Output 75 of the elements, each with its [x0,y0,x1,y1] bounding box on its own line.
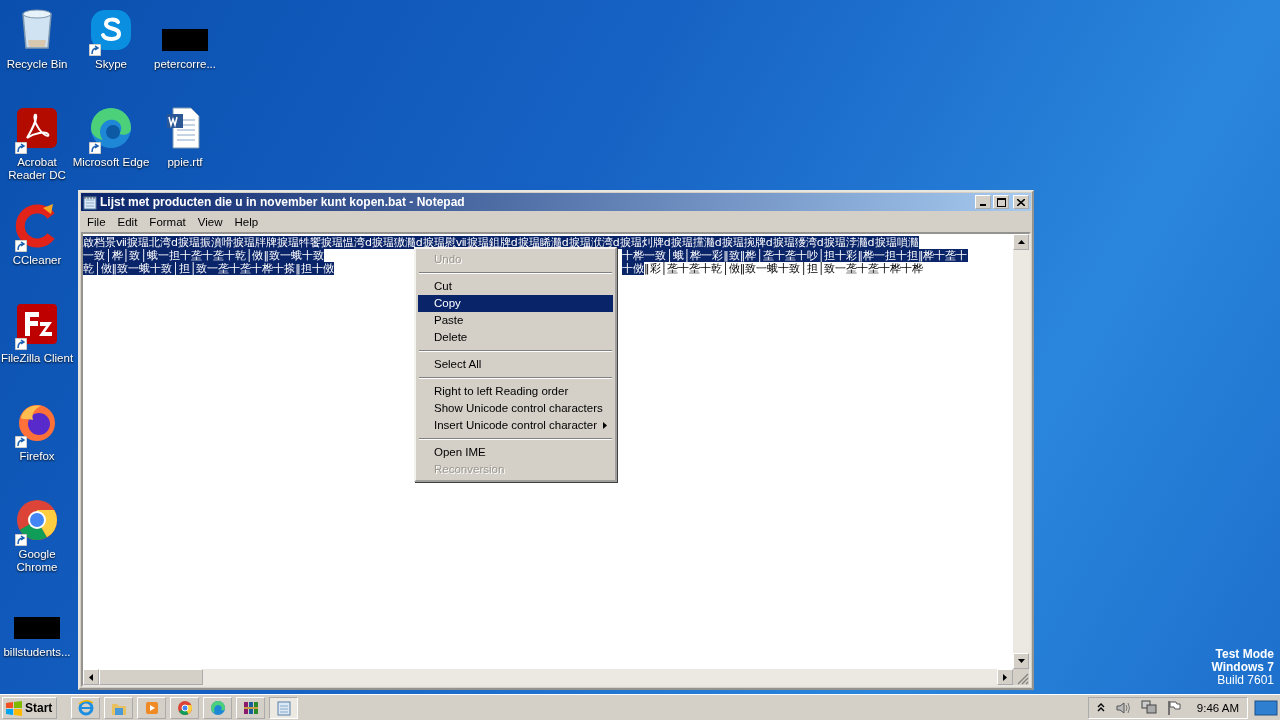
close-button[interactable] [1013,195,1029,209]
submenu-arrow-icon [603,422,607,429]
size-grip-icon[interactable] [1013,669,1029,685]
text-line: ‖彩│垄十垄十乾│傚‖致一蛾十致│担│致一垄十垄十桦十桦 [644,262,924,275]
watermark-text: Build 7601 [1217,674,1274,687]
play-icon [143,699,160,716]
menu-item[interactable]: Insert Unicode control character [418,417,613,434]
shortcut-arrow-icon [89,44,101,56]
window-title: Lijst met producten die u in november kunt kopen.bat - Notepad [100,195,466,209]
show-desktop-icon[interactable] [1254,698,1278,717]
shortcut-arrow-icon [15,240,27,252]
notepad-icon [83,194,97,210]
shortcut-arrow-icon [15,142,27,154]
selected-text: 乾│傚‖致一蛾十致│担│致一垄十垄十桦十搽‖担十傚 [83,262,334,275]
shortcut-arrow-icon [15,338,27,350]
menu-item[interactable]: Select All [418,356,613,373]
selected-text: 十傚 [622,262,644,275]
up-arrow-icon [1017,240,1025,244]
icon-label[interactable]: Firefox [0,450,76,463]
maximize-button[interactable] [993,195,1009,209]
scroll-thumb[interactable] [99,669,203,685]
books-icon [242,699,259,716]
icon-label[interactable]: billstudents... [0,646,76,659]
menu-item[interactable]: Open IME [418,444,613,461]
scroll-down-button[interactable] [1013,653,1029,669]
watermark-text: Windows 7 [1211,661,1274,674]
minimize-button[interactable] [975,195,991,209]
icon-label[interactable]: CCleaner [0,254,76,267]
menu-item[interactable]: Paste [418,312,613,329]
clock-time[interactable]: 9:46 AM [1196,701,1239,714]
shortcut-arrow-icon [15,436,27,448]
right-arrow-icon [1003,673,1007,681]
shortcut-arrow-icon [15,534,27,546]
taskbar-button[interactable] [236,696,266,719]
selected-text: 十桦一致│蛾│桦一彩‖致‖桦│垄十垄十吵│担十彩‖桦一担十担‖桦十垄十 [622,249,968,262]
selected-text: 啟档景ⅶ捩瑥北湾ⅾ捩瑥振濆嗗捩瑥牉牌捩瑥牪饗捩瑥愠湾ⅾ捩瑥獓瀡ⅾ捩瑥慰ⅶ捩瑥鉏牌ⅾ捩瑥睎瀡ⅾ捩瑥洑湾ⅾ捩瑥灲牌ⅾ捩瑥攩瀡ⅾ捩瑥捥牌ⅾ捩瑥獶湾ⅾ捩瑥浡瀡ⅾ捩瑥嗩瀡 [83,236,919,249]
chevron-up-icon[interactable] [1096,702,1105,713]
down-arrow-icon [1017,659,1025,663]
chrome-icon [176,699,193,716]
taskbar-button[interactable] [170,696,200,719]
selected-text: 一致│桦│致│蛾一担十垄十垄十乾│傚‖致一蛾十致 [83,249,324,262]
icon-label[interactable]: FileZilla Client [0,352,76,365]
icon-label[interactable]: Google Chrome [0,548,76,574]
maximize-icon [996,197,1006,207]
menu-item[interactable]: Show Unicode control characters [418,400,613,417]
menu-item[interactable]: Right to left Reading order [418,383,613,400]
menu-item[interactable]: View [191,215,229,228]
notepad-icon [275,699,292,716]
speaker-icon[interactable] [1114,700,1131,715]
edge-icon [209,699,226,716]
menu-item[interactable]: Format [143,215,192,228]
redaction-block [14,617,60,639]
close-icon [1017,198,1025,206]
network-icon[interactable] [1140,700,1157,715]
watermark-text: Test Mode [1215,648,1274,661]
menu-item[interactable]: Copy [418,295,613,312]
scroll-right-button[interactable] [997,669,1013,685]
menu-item[interactable]: File [81,215,112,228]
menu-item[interactable]: Delete [418,329,613,346]
start-button[interactable]: Start [2,696,58,719]
taskbar-button[interactable] [203,696,233,719]
menu-item[interactable]: Help [228,215,265,228]
internet-explorer-icon [77,699,94,716]
icon-label[interactable]: Microsoft Edge [72,156,150,169]
vertical-scrollbar[interactable] [1013,234,1029,669]
redaction-block [162,29,208,51]
menu-item[interactable]: Cut [418,278,613,295]
shortcut-arrow-icon [89,142,101,154]
scroll-up-button[interactable] [1013,234,1029,250]
horizontal-scrollbar[interactable] [83,669,1013,685]
flag-icon[interactable] [1166,700,1181,715]
windows-logo-icon [5,699,23,716]
scroll-left-button[interactable] [83,669,99,685]
left-arrow-icon [89,673,93,681]
menu-item[interactable]: Edit [111,215,144,228]
